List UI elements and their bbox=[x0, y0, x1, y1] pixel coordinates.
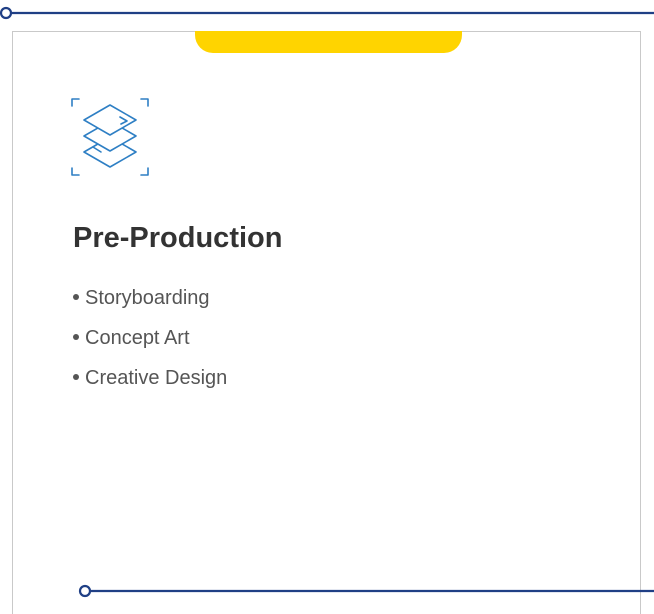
list-item: Storyboarding bbox=[73, 278, 227, 318]
bullet-icon bbox=[73, 333, 79, 340]
timeline-top-connector bbox=[0, 6, 654, 20]
timeline-node-icon bbox=[0, 6, 13, 20]
feature-label: Concept Art bbox=[85, 327, 190, 349]
list-item: Creative Design bbox=[73, 358, 227, 398]
timeline-node-icon bbox=[78, 584, 92, 598]
bullet-icon bbox=[73, 373, 79, 380]
bullet-icon bbox=[73, 293, 79, 300]
feature-label: Creative Design bbox=[85, 367, 228, 389]
card-accent-tab bbox=[195, 31, 462, 53]
list-item: Concept Art bbox=[73, 318, 227, 358]
stacked-layers-icon bbox=[71, 98, 149, 176]
card-title: Pre-Production bbox=[73, 222, 283, 254]
timeline-bottom-connector bbox=[78, 584, 654, 598]
feature-list: Storyboarding Concept Art Creative Desig… bbox=[73, 278, 227, 398]
page: Pre-Production Storyboarding Concept Art… bbox=[0, 0, 654, 614]
feature-label: Storyboarding bbox=[85, 287, 210, 309]
